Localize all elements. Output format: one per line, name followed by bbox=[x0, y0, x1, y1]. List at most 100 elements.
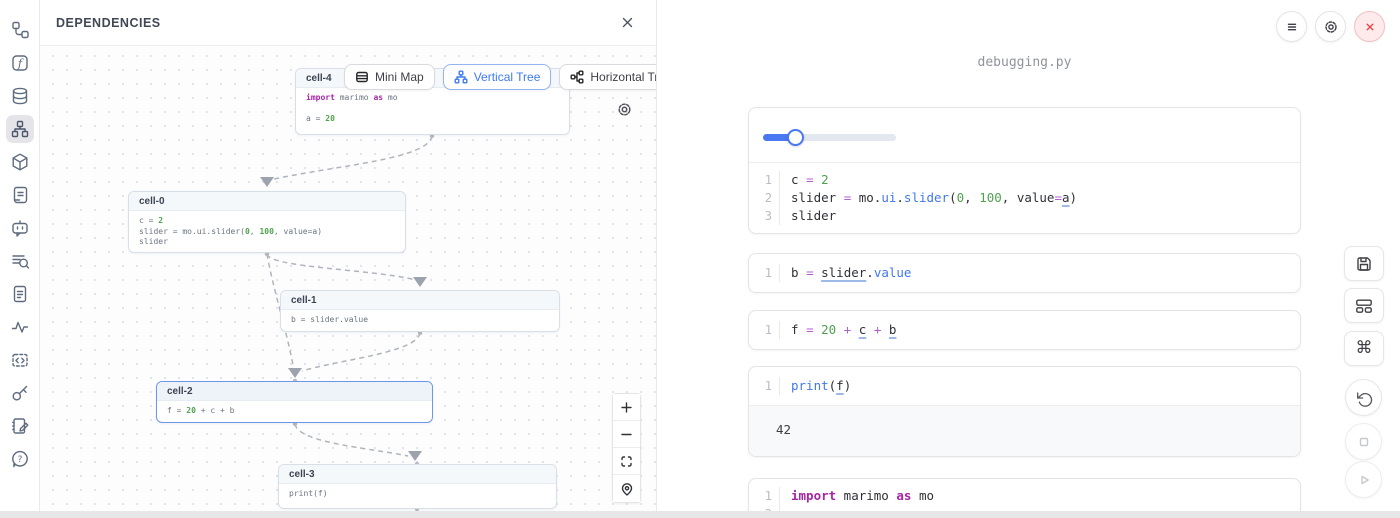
code-token: 20 bbox=[325, 114, 335, 123]
activity-bar-item-tracing-icon[interactable] bbox=[6, 313, 34, 341]
file-tree-icon bbox=[10, 20, 30, 40]
bottom-strip bbox=[0, 511, 1400, 518]
fit-view-button[interactable] bbox=[613, 448, 640, 475]
code-token bbox=[814, 322, 822, 337]
command-button[interactable]: ⌘ bbox=[1344, 331, 1384, 366]
code-line: print(f) bbox=[791, 377, 851, 395]
layout-icon bbox=[1354, 296, 1374, 316]
packages-icon bbox=[10, 152, 30, 172]
slider-widget[interactable] bbox=[763, 134, 896, 141]
notebook-cell: 1print(f)42 bbox=[748, 366, 1301, 457]
dependencies-panel: DEPENDENCIES bbox=[40, 0, 657, 511]
cell-editor[interactable]: 123 c = 2slider = mo.ui.slider(0, 100, va… bbox=[749, 163, 1300, 233]
slider-thumb[interactable] bbox=[787, 129, 804, 146]
locate-button[interactable] bbox=[613, 475, 640, 502]
graph-node-cell-3[interactable]: cell-3print(f) bbox=[278, 464, 557, 509]
view-button-mini-map[interactable]: Mini Map bbox=[344, 64, 435, 90]
code-token: mo. bbox=[851, 190, 881, 205]
code-token bbox=[814, 265, 822, 280]
activity-bar-item-datasources-icon[interactable] bbox=[6, 82, 34, 110]
arrowhead bbox=[288, 368, 302, 378]
notebook-cell: 1b = slider.value bbox=[748, 253, 1301, 293]
activity-bar-item-dependencies-icon[interactable] bbox=[6, 115, 34, 143]
code-token bbox=[851, 322, 859, 337]
code-token: + c + b bbox=[196, 406, 235, 415]
activity-bar-item-key-icon[interactable] bbox=[6, 379, 34, 407]
menu-button[interactable] bbox=[1276, 11, 1307, 42]
close-icon[interactable] bbox=[620, 15, 635, 30]
graph-node-title: cell-2 bbox=[157, 382, 432, 401]
activity-bar-item-snippets-icon[interactable] bbox=[6, 280, 34, 308]
code-line: slider = mo.ui.slider(0, 100, value=a) bbox=[791, 189, 1077, 207]
logs-icon bbox=[10, 251, 30, 271]
code-token: value bbox=[874, 265, 912, 280]
graph-view-switcher: Mini Map Vertical Tree Horizontal Tree bbox=[344, 64, 656, 90]
graph-node-cell-2[interactable]: cell-2f = 20 + c + b bbox=[156, 381, 433, 423]
edge-cell4-cell0 bbox=[274, 136, 432, 179]
graph-node-title: cell-1 bbox=[281, 291, 559, 310]
arrowhead bbox=[408, 451, 422, 461]
activity-bar-item-scroll-icon[interactable] bbox=[6, 181, 34, 209]
code-token: . bbox=[866, 265, 874, 280]
play-button[interactable] bbox=[1345, 461, 1382, 498]
code-token: = bbox=[806, 172, 814, 187]
graph-node-cell-1[interactable]: cell-1b = slider.value bbox=[280, 290, 560, 332]
view-button-label: Vertical Tree bbox=[474, 70, 541, 84]
code-token: f = bbox=[167, 406, 186, 415]
stop-button[interactable] bbox=[1345, 423, 1382, 460]
view-button-label: Horizontal Tree bbox=[590, 70, 656, 84]
code-token: b bbox=[791, 265, 806, 280]
save-button[interactable] bbox=[1344, 246, 1384, 281]
line-numbers: 123 bbox=[749, 171, 780, 225]
menu-icon bbox=[1284, 19, 1300, 35]
code-token: slider bbox=[791, 208, 836, 223]
code-token: , bbox=[964, 190, 979, 205]
dependency-graph[interactable]: cell-4import marimo as mo a = 20cell-0c … bbox=[40, 47, 656, 511]
activity-bar-item-scratchpad-icon[interactable] bbox=[6, 346, 34, 374]
activity-bar-item-notebook-icon[interactable] bbox=[6, 412, 34, 440]
code-token: = bbox=[1054, 190, 1062, 205]
code-token bbox=[866, 322, 874, 337]
cell-editor[interactable]: 1b = slider.value bbox=[749, 254, 1300, 292]
gear-icon bbox=[1323, 19, 1339, 35]
zoom-out-button[interactable] bbox=[613, 421, 640, 448]
activity-bar-item-chat-icon[interactable] bbox=[6, 214, 34, 242]
view-button-horizontal-tree[interactable]: Horizontal Tree bbox=[559, 64, 656, 90]
code-token: b bbox=[889, 322, 897, 337]
undo-button[interactable] bbox=[1345, 379, 1382, 416]
graph-node-code: b = slider.value bbox=[281, 310, 559, 331]
activity-bar-item-help-icon[interactable]: ? bbox=[6, 445, 34, 473]
activity-bar-item-file-tree-icon[interactable] bbox=[6, 16, 34, 44]
edge-cell1-cell2 bbox=[302, 333, 420, 371]
code-token: import bbox=[791, 488, 836, 503]
activity-bar-item-packages-icon[interactable] bbox=[6, 148, 34, 176]
activity-bar-item-variables-icon[interactable]: f bbox=[6, 49, 34, 77]
code-token: 0 bbox=[957, 190, 965, 205]
arrowhead bbox=[413, 277, 427, 287]
code-token: slider bbox=[821, 265, 866, 280]
graph-node-code: c = 2slider = mo.ui.slider(0, 100, value… bbox=[129, 211, 405, 253]
tracing-icon bbox=[10, 317, 30, 337]
cell-editor[interactable]: 1f = 20 + c + b bbox=[749, 311, 1300, 349]
gear-icon[interactable] bbox=[616, 101, 633, 118]
code-token bbox=[836, 322, 844, 337]
line-numbers: 1 bbox=[749, 377, 780, 395]
gear-button[interactable] bbox=[1315, 11, 1346, 42]
activity-bar-item-logs-icon[interactable] bbox=[6, 247, 34, 275]
edge-cell0-cell1 bbox=[267, 254, 416, 280]
graph-node-cell-0[interactable]: cell-0c = 2slider = mo.ui.slider(0, 100,… bbox=[128, 191, 406, 253]
cell-editor[interactable]: 1 print(f) bbox=[749, 367, 1300, 405]
close-button[interactable] bbox=[1354, 11, 1385, 42]
code-line: c = 2 bbox=[791, 171, 1077, 189]
view-button-vertical-tree[interactable]: Vertical Tree bbox=[443, 64, 552, 90]
zoom-in-button[interactable] bbox=[613, 394, 640, 421]
layout-button[interactable] bbox=[1344, 288, 1384, 323]
code-token: slider bbox=[904, 190, 949, 205]
code-token: , value=a) bbox=[274, 227, 322, 236]
line-numbers: 1 bbox=[749, 264, 780, 282]
scroll-icon bbox=[10, 185, 30, 205]
arrowhead bbox=[260, 177, 274, 187]
code-token: = bbox=[806, 322, 814, 337]
save-icon bbox=[1354, 254, 1374, 274]
code-token: 20 bbox=[821, 322, 836, 337]
